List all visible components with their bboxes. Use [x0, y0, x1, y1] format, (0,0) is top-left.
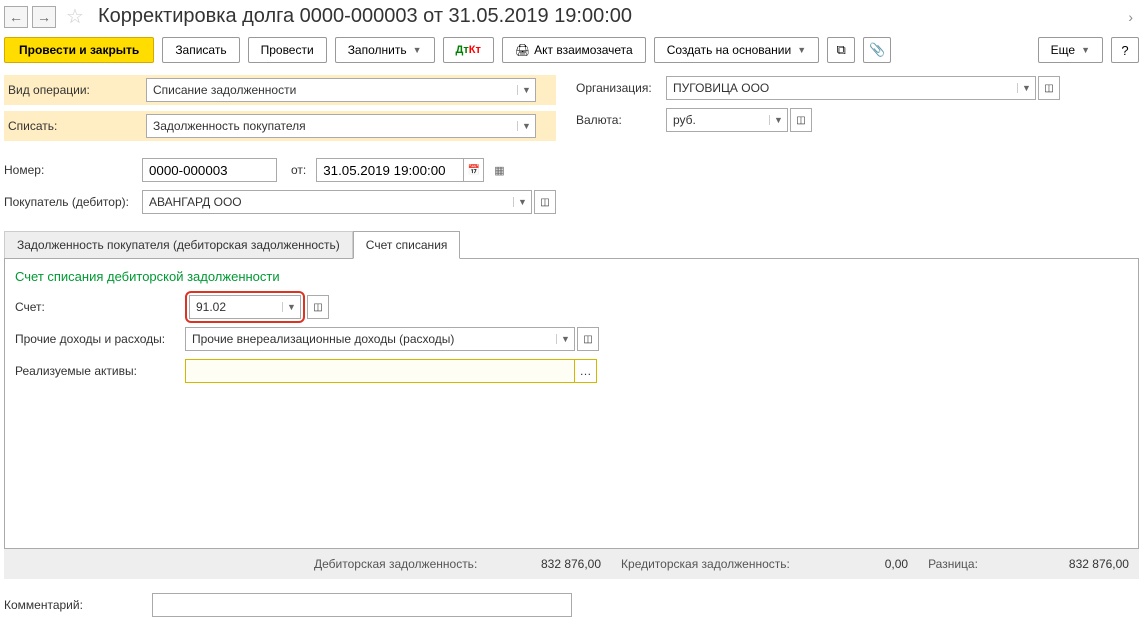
debit-value: 832 876,00 [541, 557, 601, 571]
open-account-button[interactable]: ◫ [307, 295, 329, 319]
chevron-down-icon[interactable]: ▼ [556, 334, 574, 344]
writeoff-label: Списать: [8, 119, 146, 133]
tabs: Задолженность покупателя (дебиторская за… [4, 231, 1139, 259]
chevron-down-icon[interactable]: ▼ [769, 115, 787, 125]
writeoff-value: Задолженность покупателя [153, 119, 517, 133]
debit-credit-button[interactable]: ДтКт [443, 37, 494, 63]
create-based-label: Создать на основании [667, 43, 792, 57]
post-and-close-button[interactable]: Провести и закрыть [4, 37, 154, 63]
org-label: Организация: [576, 81, 666, 95]
favorite-star-icon[interactable]: ☆ [60, 4, 90, 29]
chevron-down-icon[interactable]: ▼ [1017, 83, 1035, 93]
open-currency-button[interactable]: ◫ [790, 108, 812, 132]
buyer-label: Покупатель (дебитор): [4, 195, 142, 209]
fill-button[interactable]: Заполнить ▼ [335, 37, 435, 63]
writeoff-dropdown[interactable]: Задолженность покупателя ▼ [146, 114, 536, 138]
other-income-dropdown[interactable]: Прочие внереализационные доходы (расходы… [185, 327, 575, 351]
account-value: 91.02 [196, 300, 282, 314]
save-button[interactable]: Записать [162, 37, 239, 63]
summary-footer: Дебиторская задолженность: 832 876,00 Кр… [4, 549, 1139, 579]
other-income-label: Прочие доходы и расходы: [15, 332, 185, 346]
number-label: Номер: [4, 163, 142, 177]
currency-value: руб. [673, 113, 769, 127]
account-dropdown[interactable]: 91.02 ▼ [189, 295, 301, 319]
section-title: Счет списания дебиторской задолженности [15, 269, 1128, 284]
chevron-down-icon[interactable]: ▼ [513, 197, 531, 207]
op-type-dropdown[interactable]: Списание задолженности ▼ [146, 78, 536, 102]
chevron-down-icon[interactable]: ▼ [517, 85, 535, 95]
netting-label: Акт взаимозачета [534, 43, 633, 57]
chevron-down-icon[interactable]: ▼ [517, 121, 535, 131]
page-title: Корректировка долга 0000-000003 от 31.05… [98, 5, 632, 28]
tab-writeoff-account[interactable]: Счет списания [353, 231, 461, 259]
print-icon: 🖨 [515, 43, 530, 57]
buyer-value: АВАНГАРД ООО [149, 195, 513, 209]
from-label: от: [291, 163, 306, 177]
date-input[interactable] [316, 158, 464, 182]
credit-value: 0,00 [885, 557, 908, 571]
details-icon[interactable]: ▦ [494, 164, 504, 177]
create-based-button[interactable]: Создать на основании ▼ [654, 37, 819, 63]
org-value: ПУГОВИЦА ООО [673, 81, 1017, 95]
chevron-down-icon[interactable]: ▼ [282, 302, 300, 312]
comment-label: Комментарий: [4, 598, 142, 612]
op-type-label: Вид операции: [8, 83, 146, 97]
structure-button[interactable]: ⧉ [827, 37, 855, 63]
tab-content: Счет списания дебиторской задолженности … [4, 259, 1139, 549]
other-income-value: Прочие внереализационные доходы (расходы… [192, 332, 556, 346]
forward-button[interactable]: → [32, 6, 56, 28]
comment-input[interactable] [152, 593, 572, 617]
open-org-button[interactable]: ◫ [1038, 76, 1060, 100]
fill-label: Заполнить [348, 43, 407, 57]
back-button[interactable]: ← [4, 6, 28, 28]
account-label: Счет: [15, 300, 185, 314]
credit-label: Кредиторская задолженность: [621, 557, 790, 571]
buyer-dropdown[interactable]: АВАНГАРД ООО ▼ [142, 190, 532, 214]
paperclip-icon: 📎 [869, 42, 885, 58]
post-button[interactable]: Провести [248, 37, 327, 63]
diff-label: Разница: [928, 557, 978, 571]
assets-label: Реализуемые активы: [15, 364, 185, 378]
calendar-icon[interactable]: 📅 [464, 158, 484, 182]
currency-dropdown[interactable]: руб. ▼ [666, 108, 788, 132]
help-button[interactable]: ? [1111, 37, 1139, 63]
org-dropdown[interactable]: ПУГОВИЦА ООО ▼ [666, 76, 1036, 100]
assets-ellipsis-button[interactable]: … [575, 359, 597, 383]
netting-act-button[interactable]: 🖨 Акт взаимозачета [502, 37, 646, 63]
chevron-down-icon: ▼ [1081, 45, 1090, 55]
attachments-button[interactable]: 📎 [863, 37, 891, 63]
dtk-icon: ДтКт [456, 44, 481, 56]
more-label: Еще [1051, 43, 1075, 57]
open-other-income-button[interactable]: ◫ [577, 327, 599, 351]
tab-debt[interactable]: Задолженность покупателя (дебиторская за… [4, 231, 353, 258]
more-arrow-icon[interactable]: › [1122, 9, 1139, 25]
chevron-down-icon: ▼ [797, 45, 806, 55]
currency-label: Валюта: [576, 113, 666, 127]
more-menu-button[interactable]: Еще ▼ [1038, 37, 1103, 63]
open-buyer-button[interactable]: ◫ [534, 190, 556, 214]
diff-value: 832 876,00 [1069, 557, 1129, 571]
assets-input[interactable] [185, 359, 575, 383]
debit-label: Дебиторская задолженность: [314, 557, 477, 571]
op-type-value: Списание задолженности [153, 83, 517, 97]
number-input[interactable] [142, 158, 277, 182]
chevron-down-icon: ▼ [413, 45, 422, 55]
